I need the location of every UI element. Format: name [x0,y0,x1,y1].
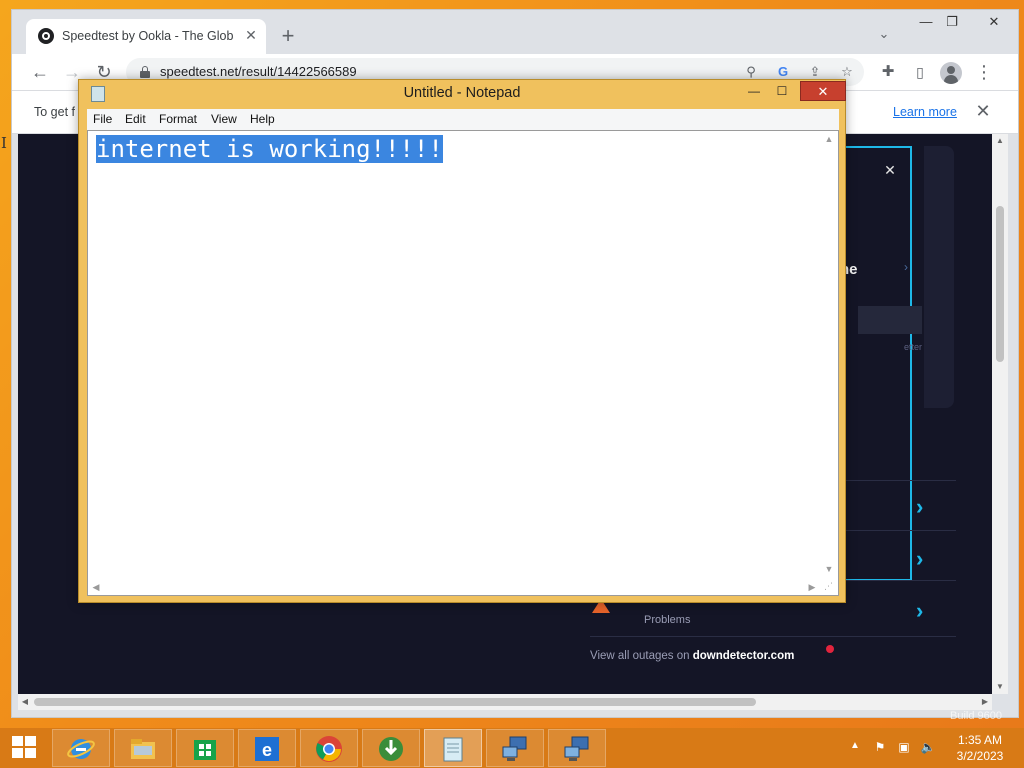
window-close-button[interactable]: ✕ [972,12,1016,32]
taskbar-notepad[interactable] [424,729,482,767]
action-center-flag-icon[interactable]: ⚑ [872,739,888,755]
taskbar-internet-explorer-2[interactable]: e [238,729,296,767]
taskbar-store[interactable] [176,729,234,767]
row-chevron-icon[interactable]: › [916,548,932,570]
svg-text:e: e [262,740,272,760]
list-divider [590,636,956,637]
folder-icon [131,739,155,759]
menu-kebab-icon[interactable]: ⋮ [972,60,996,84]
page-vertical-scrollbar[interactable]: ▲ ▼ [992,134,1008,694]
scroll-up-arrow-icon[interactable]: ▲ [992,134,1008,148]
tab-strip: Speedtest by Ookla - The Global ✕ + ⌄ — … [12,10,1018,54]
outages-prefix: View all outages on [590,650,693,662]
notepad-close-button[interactable]: ✕ [800,81,846,101]
taskbar-chrome[interactable] [300,729,358,767]
system-clock[interactable]: 1:35 AM 3/2/2023 [944,732,1016,764]
profile-avatar-icon[interactable] [940,62,962,84]
menu-format[interactable]: Format [159,112,197,126]
show-hidden-icons-icon[interactable]: ▲ [850,740,860,751]
windows-start-icon[interactable] [12,736,38,760]
taskbar-file-explorer[interactable] [114,729,172,767]
network-icon[interactable]: ▣ [896,739,912,755]
promo-close-icon[interactable]: ✕ [882,162,898,178]
menu-view[interactable]: View [211,112,237,126]
taskbar-remote-desktop-1[interactable] [486,729,544,767]
menu-file[interactable]: File [93,112,112,126]
notepad-scroll-down-icon[interactable]: ▼ [821,561,837,577]
notepad-text-area[interactable]: internet is working!!!!! ▲ ▼ ◀ ▶ ⋰ [87,130,839,596]
row-chevron-icon[interactable]: › [916,496,932,518]
notepad-scroll-up-icon[interactable]: ▲ [821,131,837,147]
download-manager-icon [379,737,403,761]
store-icon [194,740,216,760]
lock-icon[interactable] [140,66,150,78]
selected-text[interactable]: internet is working!!!!! [96,135,443,163]
info-bar-text: To get f [34,105,75,119]
vertical-scroll-thumb[interactable] [996,206,1004,362]
notepad-content[interactable]: internet is working!!!!! [96,134,443,164]
ie-tile-icon: e [255,737,279,761]
volume-muted-icon[interactable]: 🔈 [920,739,936,755]
remote-desktop-icon [564,736,589,761]
menu-help[interactable]: Help [250,112,275,126]
menu-edit[interactable]: Edit [125,112,146,126]
notepad-minimize-button[interactable]: — [741,82,767,100]
promo-input-box[interactable] [858,306,922,334]
notepad-icon [443,737,463,762]
outages-link[interactable]: View all outages on downdetector.com [590,650,794,662]
notepad-title: Untitled - Notepad [403,85,521,101]
scroll-down-arrow-icon[interactable]: ▼ [992,680,1008,694]
minimize-button[interactable]: — [912,12,940,32]
remote-desktop-icon [502,736,527,761]
side-panel-icon[interactable]: ▯ [908,60,932,84]
resize-grip-icon[interactable]: ⋰ [824,581,836,593]
notepad-scroll-right-icon[interactable]: ▶ [804,579,820,595]
speedtest-favicon-icon [38,28,54,44]
taskbar-download-manager[interactable] [362,729,420,767]
internet-explorer-icon [67,739,95,759]
tab-speedtest[interactable]: Speedtest by Ookla - The Global ✕ [26,19,266,54]
scroll-right-arrow-icon[interactable]: ▶ [978,694,992,710]
new-tab-button[interactable]: + [276,25,300,49]
downdetector-link[interactable]: downdetector.com [693,650,795,662]
desktop-watermark: Build 9600 [950,710,1002,722]
notepad-maximize-button[interactable]: ☐ [769,82,795,100]
notepad-scroll-left-icon[interactable]: ◀ [88,579,104,595]
notepad-vertical-scrollbar[interactable]: ▲ ▼ [820,131,838,579]
tab-search-chevron-icon[interactable]: ⌄ [874,26,894,46]
row-chevron-icon[interactable]: › [916,600,932,622]
info-bar-close-icon[interactable]: ✕ [972,100,994,122]
url-text[interactable]: speedtest.net/result/14422566589 [160,64,357,79]
problems-label[interactable]: Problems [644,614,690,626]
result-card-edge [924,146,954,408]
notepad-horizontal-scrollbar[interactable]: ◀ ▶ [88,579,820,595]
downdetector-badge-icon [826,645,834,653]
chrome-icon [316,736,342,762]
taskbar: e ▲ ⚑ ▣ 🔈 1:35 AM 3/2/2023 [0,728,1024,768]
taskbar-remote-desktop-2[interactable] [548,729,606,767]
promo-note: etter [904,342,923,352]
extensions-puzzle-icon[interactable]: ✚ [876,60,900,84]
clock-time: 1:35 AM [957,733,1003,747]
tab-close-icon[interactable]: ✕ [242,26,260,44]
page-horizontal-scrollbar[interactable]: ◀ ▶ [18,694,992,710]
clock-date: 3/2/2023 [956,749,1004,763]
notepad-window: Untitled - Notepad — ☐ ✕ File Edit Forma… [78,79,846,603]
promo-chevron-icon: › [904,260,908,274]
scroll-left-arrow-icon[interactable]: ◀ [18,694,32,710]
horizontal-scroll-thumb[interactable] [34,698,756,706]
maximize-button[interactable]: ❐ [938,12,966,32]
learn-more-link[interactable]: Learn more [893,105,957,119]
taskbar-internet-explorer[interactable] [52,729,110,767]
notepad-menu-bar: File Edit Format View Help [87,109,839,130]
tab-title: Speedtest by Ookla - The Global [62,29,234,43]
ibeam-cursor-icon: I [1,134,7,152]
back-arrow-icon[interactable]: ← [28,60,52,84]
